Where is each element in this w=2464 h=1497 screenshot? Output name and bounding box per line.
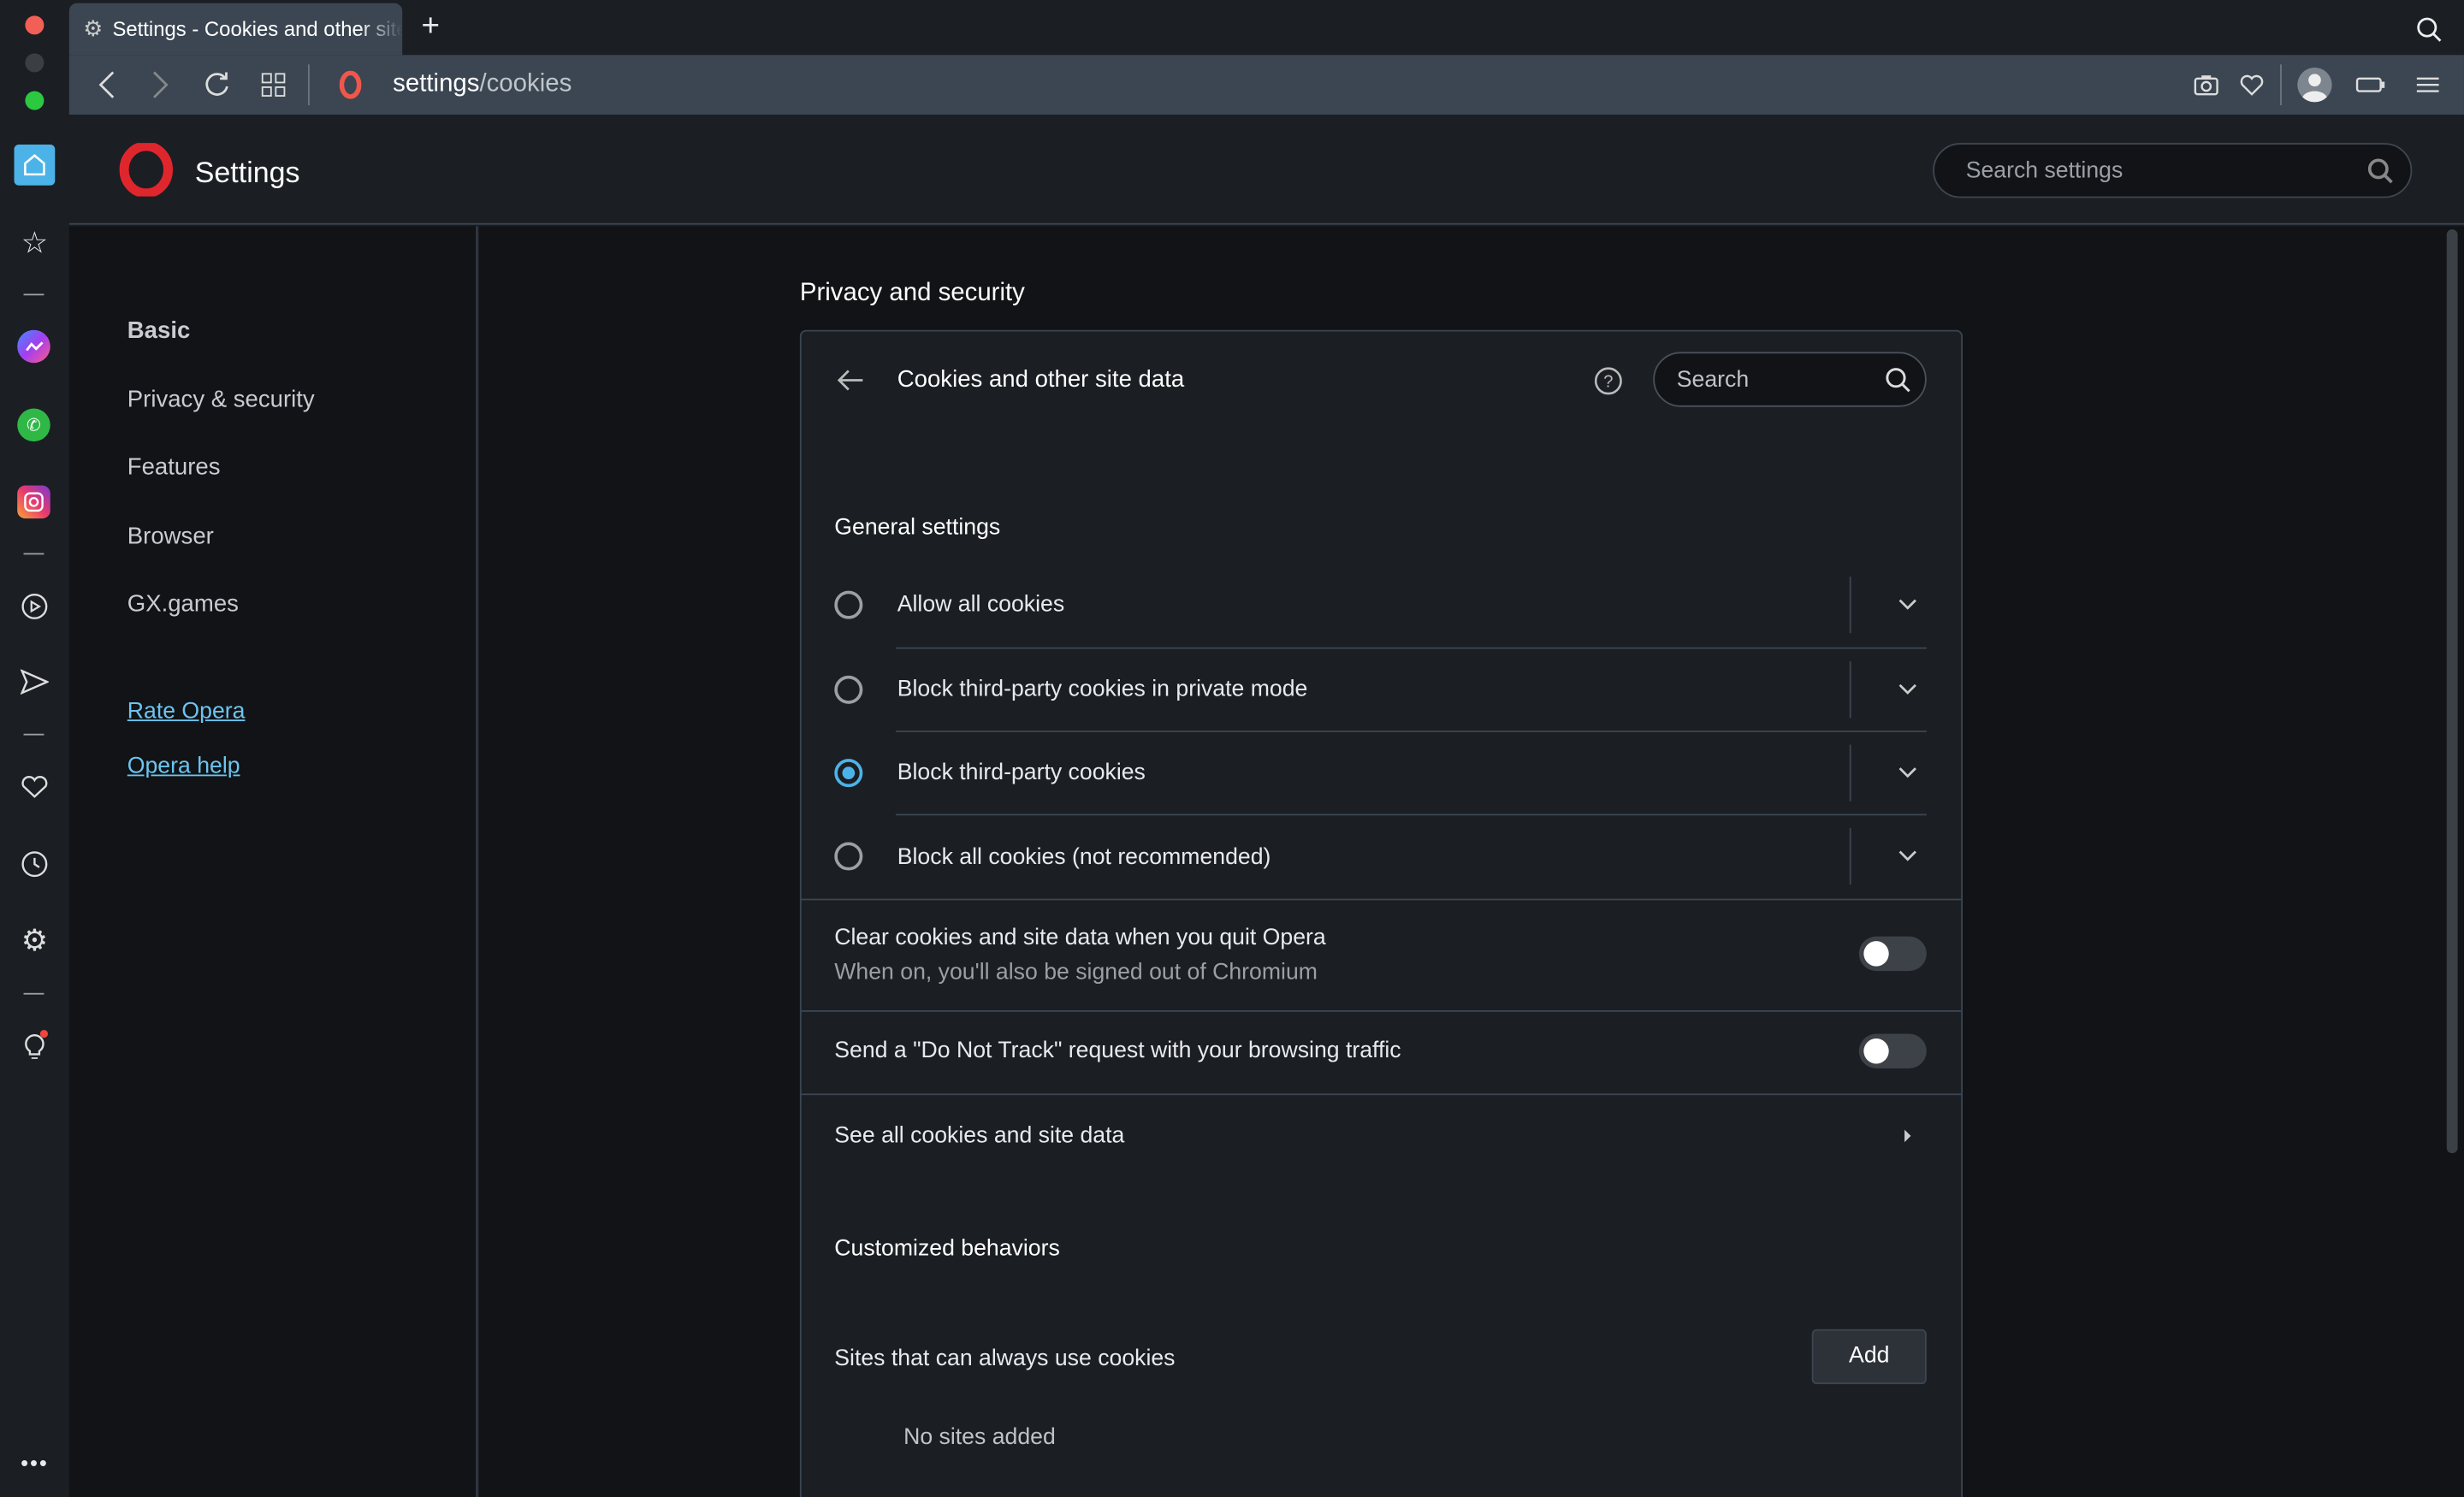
minimize-window-button[interactable] [25, 53, 44, 73]
settings-gear-icon[interactable]: ⚙ [17, 924, 51, 958]
gear-icon: ⚙ [83, 15, 104, 41]
profile-avatar[interactable] [2297, 67, 2332, 103]
add-site-button[interactable]: Add [1811, 1328, 1927, 1385]
opera-logo-icon [336, 70, 364, 99]
close-window-button[interactable] [25, 15, 44, 35]
opera-help-link[interactable]: Opera help [127, 754, 240, 779]
nav-item-browser[interactable]: Browser [127, 524, 214, 550]
do-not-track-label: Send a "Do Not Track" request with your … [834, 1038, 1401, 1064]
favorites-heart-icon[interactable] [17, 770, 51, 804]
settings-content: Privacy and security Cookies and other s… [479, 226, 2464, 1497]
messenger-icon[interactable] [17, 329, 50, 364]
option-label: Block third-party cookies [897, 760, 1146, 786]
see-all-cookies-label: See all cookies and site data [834, 1123, 1125, 1149]
clear-on-quit-sublabel: When on, you'll also be signed out of Ch… [834, 960, 1318, 985]
send-flow-icon[interactable] [17, 665, 51, 699]
url-host: settings [393, 70, 480, 98]
section-title: Privacy and security [799, 279, 1025, 307]
snapshot-camera-icon[interactable] [2190, 69, 2222, 101]
battery-saver-icon[interactable] [2354, 69, 2388, 101]
clear-on-quit-row[interactable]: Clear cookies and site data when you qui… [802, 899, 1961, 1010]
nav-item-privacy-security[interactable]: Privacy & security [127, 387, 315, 413]
new-tab-button[interactable]: + [415, 9, 447, 44]
help-icon[interactable]: ? [1592, 364, 1624, 396]
history-clock-icon[interactable] [17, 847, 51, 881]
option-label: Allow all cookies [897, 592, 1065, 618]
url-path: /cookies [479, 70, 572, 98]
scrollbar-thumb[interactable] [2446, 229, 2458, 1154]
subpage-title: Cookies and other site data [897, 365, 1185, 393]
toolbar-divider [2280, 64, 2282, 106]
cookies-search-input[interactable]: Search [1653, 352, 1927, 407]
nav-item-features[interactable]: Features [127, 454, 221, 481]
search-icon [1884, 366, 1912, 394]
radio-block-private[interactable] [834, 675, 863, 704]
tiles-icon[interactable] [258, 69, 289, 101]
search-placeholder: Search [1676, 367, 1750, 393]
chevron-right-icon [1897, 1121, 1919, 1150]
nav-item-basic[interactable]: Basic [127, 317, 191, 344]
forward-button[interactable] [145, 69, 176, 101]
search-placeholder: Search settings [1965, 158, 2123, 184]
player-icon[interactable] [17, 589, 51, 624]
do-not-track-row[interactable]: Send a "Do Not Track" request with your … [802, 1010, 1961, 1093]
clear-on-quit-label: Clear cookies and site data when you qui… [834, 925, 1326, 951]
nav-item-gx-games[interactable]: GX.games [127, 591, 239, 618]
settings-nav: Basic Privacy & security Features Browse… [68, 226, 478, 1497]
clear-on-quit-toggle[interactable] [1858, 936, 1927, 972]
cookie-option-allow-all[interactable]: Allow all cookies [802, 564, 1961, 647]
cookie-option-block-third-party[interactable]: Block third-party cookies [802, 731, 1961, 814]
bookmarks-star-icon[interactable]: ☆ [17, 226, 51, 260]
easy-setup-icon[interactable] [2410, 69, 2444, 101]
reload-button[interactable] [201, 69, 233, 101]
customized-behaviors-heading: Customized behaviors [834, 1236, 1060, 1262]
allow-sites-label: Sites that can always use cookies [834, 1346, 1176, 1372]
rate-opera-link[interactable]: Rate Opera [127, 699, 246, 724]
do-not-track-toggle[interactable] [1858, 1033, 1927, 1068]
cookies-card: Cookies and other site data ? Search Gen… [799, 329, 1964, 1497]
option-label: Block all cookies (not recommended) [897, 845, 1271, 871]
back-button[interactable] [92, 69, 123, 101]
opera-logo [119, 143, 174, 197]
general-settings-heading: General settings [834, 515, 1001, 541]
home-speed-dial-icon[interactable] [14, 144, 56, 186]
svg-text:?: ? [1602, 372, 1612, 391]
toolbar-divider [307, 64, 310, 106]
maximize-window-button[interactable] [25, 91, 44, 110]
option-label: Block third-party cookies in private mod… [897, 677, 1308, 703]
tab-title: Settings - Cookies and other site data [112, 17, 402, 41]
whatsapp-icon[interactable]: ✆ [17, 408, 50, 442]
back-arrow-icon[interactable] [832, 364, 867, 396]
radio-block-third-party[interactable] [834, 759, 863, 788]
cookie-option-block-all[interactable]: Block all cookies (not recommended) [802, 814, 1961, 898]
no-sites-text: No sites added [903, 1424, 1056, 1451]
see-all-cookies-row[interactable]: See all cookies and site data [802, 1093, 1961, 1178]
chevron-down-icon[interactable] [1893, 591, 1922, 619]
heart-bookmark-icon[interactable] [2236, 69, 2268, 101]
chevron-down-icon[interactable] [1893, 759, 1922, 787]
address-bar[interactable]: settings/cookies [393, 71, 572, 99]
instagram-icon[interactable] [17, 485, 50, 519]
address-toolbar: settings/cookies [68, 55, 2464, 115]
tips-lightbulb-icon[interactable] [17, 1027, 51, 1062]
tab-settings-cookies[interactable]: ⚙ Settings - Cookies and other site data [68, 3, 403, 56]
radio-block-all[interactable] [834, 842, 863, 871]
search-tabs-icon[interactable] [2412, 13, 2446, 47]
chevron-down-icon[interactable] [1893, 676, 1922, 704]
more-options-icon[interactable]: ••• [17, 1447, 51, 1479]
settings-header: Settings Search settings [68, 115, 2464, 225]
search-icon [2366, 157, 2395, 186]
cookie-option-block-private[interactable]: Block third-party cookies in private mod… [802, 648, 1961, 731]
sidebar-panel: ☆ ✆ ⚙ ••• [0, 115, 69, 1497]
search-settings-input[interactable]: Search settings [1933, 143, 2413, 198]
radio-allow-all[interactable] [834, 590, 863, 619]
page-title: Settings [194, 155, 300, 189]
chevron-down-icon[interactable] [1893, 842, 1922, 870]
